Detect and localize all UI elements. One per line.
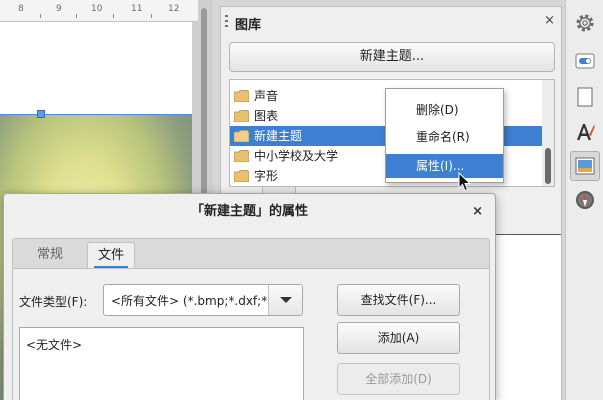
navigator-icon [576, 191, 594, 209]
chevron-down-icon [280, 297, 292, 303]
horizontal-ruler: 8 9 10 11 12 [0, 0, 203, 22]
ruler-mark: 9 [56, 4, 62, 14]
theme-context-menu: 删除(D) 重命名(R) 属性(I)... [385, 88, 504, 183]
folder-icon [234, 150, 249, 162]
drag-grip-icon[interactable] [225, 15, 228, 28]
styles-icon [577, 124, 595, 140]
dropdown-button[interactable] [268, 285, 302, 315]
folder-icon [234, 90, 249, 102]
gear-icon [576, 14, 594, 32]
folder-icon [234, 170, 249, 182]
file-list[interactable]: <无文件> [19, 327, 304, 400]
file-type-select[interactable]: <所有文件> (*.bmp;*.dxf;*.emf;*.eps;*.gif;*.… [103, 284, 303, 316]
ruler-mark: 8 [18, 4, 24, 14]
theme-label: 中小学校及大学 [254, 149, 339, 163]
ruler-tick [113, 14, 114, 18]
dialog-title: 「新建主题」的属性 [190, 204, 308, 219]
tab-files-label: 文件 [97, 248, 124, 263]
close-icon[interactable]: × [544, 13, 555, 28]
close-icon[interactable]: × [472, 204, 483, 219]
ruler-tick [40, 14, 41, 18]
sidebar-gallery-button[interactable] [570, 151, 600, 181]
sidebar-styles-button[interactable] [570, 117, 600, 147]
gallery-title: 图库 [235, 18, 262, 33]
menu-item-properties[interactable]: 属性(I)... [386, 154, 503, 178]
tab-files[interactable]: 文件 [87, 242, 135, 269]
add-all-button[interactable]: 全部添加(D) [337, 363, 460, 395]
new-theme-button[interactable]: 新建主题... [229, 42, 555, 72]
file-list-empty-text: <无文件> [26, 338, 83, 352]
page-icon [577, 87, 593, 107]
sidebar-settings-button[interactable] [570, 8, 600, 38]
ruler-mark: 10 [91, 4, 103, 14]
theme-list-scrollbar[interactable] [542, 80, 554, 186]
selection-border [0, 114, 192, 115]
sidebar-navigator-button[interactable] [570, 185, 600, 215]
theme-label: 新建主题 [254, 129, 303, 143]
sidebar-page-button[interactable] [570, 82, 600, 112]
theme-properties-dialog: 「新建主题」的属性 × 常规 文件 文件类型(F): <所有文件> (*.bmp… [3, 193, 496, 400]
ruler-tick [76, 14, 77, 18]
theme-label: 声音 [254, 89, 279, 103]
theme-label: 字形 [254, 169, 279, 183]
gallery-icon [575, 157, 595, 175]
gallery-preview [491, 234, 561, 400]
ruler-tick [151, 14, 152, 18]
scrollbar-thumb[interactable] [545, 148, 551, 184]
menu-item-delete[interactable]: 删除(D) [386, 98, 503, 122]
gallery-title-bar: 图库 × [221, 7, 561, 35]
ruler-mark: 12 [168, 4, 180, 14]
ruler-mark: 11 [131, 4, 143, 14]
dialog-tabbar: 常规 文件 [12, 238, 490, 269]
find-files-button[interactable]: 查找文件(F)... [337, 284, 460, 316]
file-type-label: 文件类型(F): [19, 295, 88, 309]
tab-general[interactable]: 常规 [25, 242, 75, 269]
folder-icon [234, 110, 249, 122]
theme-label: 图表 [254, 109, 279, 123]
selection-handle[interactable] [37, 110, 45, 118]
mouse-pointer-icon [458, 172, 472, 192]
add-button[interactable]: 添加(A) [337, 322, 460, 354]
sidebar-deck [565, 0, 603, 400]
properties-icon [575, 53, 595, 69]
sidebar-properties-button[interactable] [570, 46, 600, 76]
file-type-value: <所有文件> (*.bmp;*.dxf;*.emf;*.eps;*.gif;*.… [111, 294, 269, 308]
menu-item-rename[interactable]: 重命名(R) [386, 125, 503, 149]
folder-icon [234, 130, 249, 142]
